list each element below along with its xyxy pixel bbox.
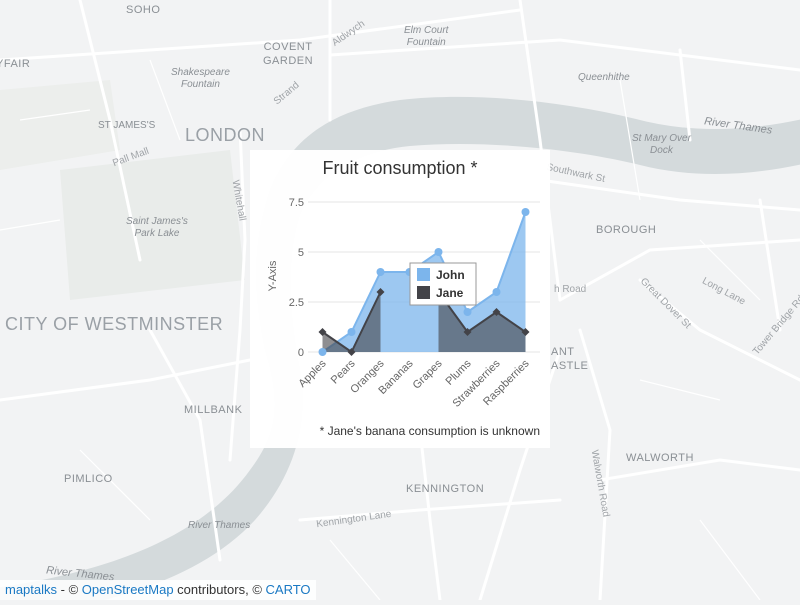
maptalks-link[interactable]: maptalks [5,582,57,597]
map-label-covent-garden-line2: GARDEN [263,55,314,67]
map-label-borough-road: h Road [554,284,587,295]
map-label-covent-garden: COVENT GARDEN [263,40,313,68]
map-label-elm-court-line2: Fountain [406,37,446,48]
map-label-st-james-park-line2: Park Lake [134,228,180,239]
map-label-river-thames-sw: River Thames [188,520,251,531]
point-john-apples[interactable] [318,348,327,356]
map-label-pimlico: PIMLICO [64,473,113,485]
map-label-city-of-westminster: CITY OF WESTMINSTER [5,314,224,334]
map-label-st-james-park: Saint James's Park Lake [126,216,188,240]
legend-swatch-john [417,268,430,281]
y-tick-label: 5 [298,247,304,259]
map-label-borough: BOROUGH [596,224,657,236]
map-label-kennington: KENNINGTON [406,483,485,495]
map-label-mayfair: YFAIR [0,58,31,70]
map-label-st-mary-over-dock: St Mary Over Dock [632,133,691,157]
map-label-walworth: WALWORTH [626,452,694,464]
y-axis-label: Y-Axis [267,260,279,291]
point-john-strawberries[interactable] [492,288,501,296]
point-john-grapes[interactable] [434,248,443,256]
x-tick-label: Grapes [411,357,445,391]
map-label-elephant-line1: ANT [551,346,575,358]
carto-link[interactable]: CARTO [266,582,311,597]
map-label-elm-court-line1: Elm Court [404,25,449,36]
point-john-oranges[interactable] [376,268,385,276]
point-john-raspberries[interactable] [521,208,530,216]
y-tick-label: 2.5 [289,297,304,309]
y-tick-label: 0 [298,347,304,359]
map-label-shakespeare-fountain: Shakespeare Fountain [171,67,230,91]
point-john-pears[interactable] [347,328,356,336]
map-label-millbank: MILLBANK [184,404,243,416]
map-label-st-james-park-line1: Saint James's [126,216,188,227]
legend-label-jane: Jane [436,286,464,300]
point-john-plums[interactable] [463,308,472,316]
map-label-soho: SOHO [126,4,161,16]
chart-footnote: * Jane's banana consumption is unknown [319,424,540,438]
legend-swatch-jane [417,286,430,299]
attribution-sep2: contributors, © [173,582,266,597]
map-label-st-mary-line2: Dock [650,145,673,156]
map-label-shakespeare-line2: Fountain [181,79,220,90]
attribution-sep1: - © [57,582,82,597]
chart-legend: John Jane [409,262,477,306]
map-attribution: maptalks - © OpenStreetMap contributors,… [0,580,316,600]
openstreetmap-link[interactable]: OpenStreetMap [82,582,174,597]
map-label-elm-court: Elm Court Fountain [404,25,448,49]
y-tick-layer: 0 2.5 5 7.5 [289,197,304,359]
x-tick-label: Apples [296,357,329,390]
map-label-elephant-castle: ANT ASTLE [551,345,588,373]
map-label-st-james: ST JAMES'S [98,120,156,131]
map-label-st-mary-line1: St Mary Over [632,133,691,144]
map-label-london: LONDON [185,125,266,145]
chart-panel: Fruit consumption * Y-Axis 0 2.5 5 7.5 Appl… [250,150,550,448]
map-label-covent-garden-line1: COVENT [263,41,313,53]
chart-title: Fruit consumption * [322,158,477,178]
map-label-shakespeare-line1: Shakespeare [171,67,230,78]
map-label-elephant-line2: ASTLE [551,360,589,372]
legend-label-john: John [436,268,465,282]
fruit-consumption-chart: Fruit consumption * Y-Axis 0 2.5 5 7.5 Appl… [267,158,540,410]
y-tick-label: 7.5 [289,197,304,209]
map-label-queenhithe: Queenhithe [578,72,630,83]
x-tick-layer: Apples PearsOrangesBananasGrapesPlumsStra… [296,357,532,410]
